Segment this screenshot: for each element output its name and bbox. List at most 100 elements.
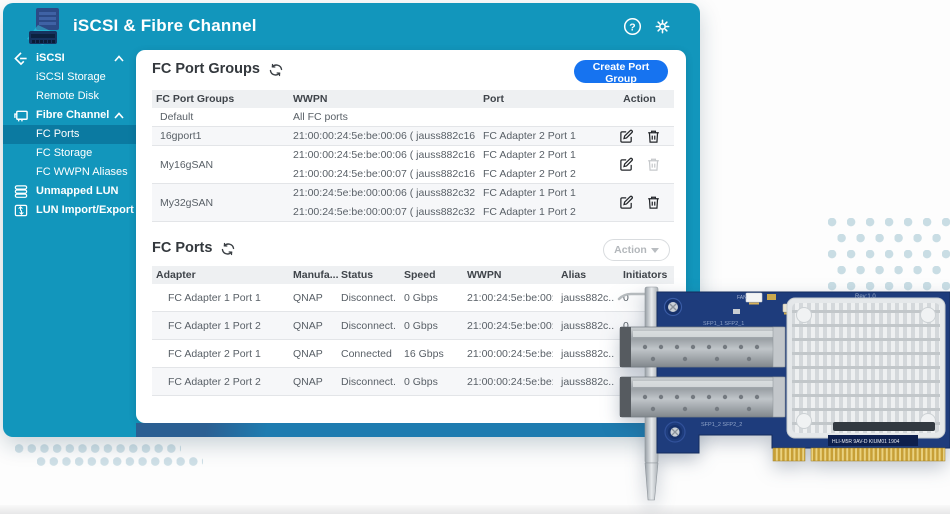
wwpn-cell: 21:00:24:5e:be:00:00... [459, 320, 553, 332]
svg-text:SFP1_2 SFP2_2: SFP1_2 SFP2_2 [701, 422, 742, 428]
edit-icon[interactable] [619, 129, 634, 144]
alias-cell: jauss882c... [553, 292, 615, 304]
svg-text:?: ? [629, 22, 635, 33]
actions-cell [605, 157, 674, 172]
status-cell: Disconnect... [333, 292, 396, 304]
column-header: Status [333, 269, 396, 281]
delete-icon[interactable] [646, 129, 661, 144]
section-title-fc-ports: FC Ports [152, 240, 235, 256]
table-row[interactable]: FC Adapter 2 Port 1 QNAP Connected 16 Gb… [152, 340, 674, 368]
adapter-cell: FC Adapter 1 Port 2 [152, 320, 285, 332]
sfp-cage-top [620, 327, 785, 367]
port-cell: FC Adapter 2 Port 1 [475, 130, 605, 142]
sidebar-item-label: FC Storage [3, 144, 92, 163]
group-name-cell: My16gSAN [152, 159, 285, 171]
table-header: FC Port Groups WWPN Port Action [152, 90, 674, 108]
floor-shadow [0, 505, 950, 514]
sidebar-item-iscsi[interactable]: iSCSI [3, 49, 136, 68]
wwpn-cell: 21:00:00:24:5e:be:00:06 ( jauss882c16p1 … [285, 146, 475, 184]
column-header: Action [605, 93, 674, 105]
column-header: Alias [553, 269, 615, 281]
group-name-cell: Default [152, 111, 285, 123]
status-cell: Disconnect... [333, 320, 396, 332]
refresh-icon[interactable] [221, 242, 235, 256]
sfp-cage-bottom [620, 377, 785, 417]
heatsink [787, 298, 945, 438]
adapter-cell: FC Adapter 2 Port 1 [152, 348, 285, 360]
column-header: FC Port Groups [152, 93, 285, 105]
sidebar-item-label: FC WWPN Aliases [3, 163, 128, 182]
alias-cell: jauss882c... [553, 348, 615, 360]
sidebar-item-fc-wwpn-aliases[interactable]: FC WWPN Aliases [3, 163, 136, 182]
delete-icon[interactable] [646, 195, 661, 210]
column-header: Speed [396, 269, 459, 281]
lun-import-export-icon [13, 203, 29, 218]
sidebar-item-unmapped-lun[interactable]: Unmapped LUN [3, 182, 136, 201]
actions-cell [605, 129, 674, 144]
delete-icon-disabled [646, 157, 661, 172]
adapter-cell: FC Adapter 1 Port 1 [152, 292, 285, 304]
wwpn-cell: 21:00:00:24:5e:be:00... [459, 376, 553, 388]
speed-cell: 16 Gbps [396, 348, 459, 360]
dots-pattern-bottom-left-1 [15, 444, 181, 453]
speed-cell: 0 Gbps [396, 320, 459, 332]
svg-text:SFP1_1 SFP2_1: SFP1_1 SFP2_1 [703, 321, 744, 327]
group-name-cell: 16gport1 [152, 130, 285, 142]
fibre-channel-card-icon [13, 108, 29, 123]
help-icon[interactable]: ? [623, 17, 642, 36]
page-title: iSCSI & Fibre Channel [73, 16, 257, 36]
manufacturer-cell: QNAP [285, 320, 333, 332]
sidebar-item-label: Remote Disk [3, 87, 99, 106]
table-row[interactable]: 16gport1 21:00:00:24:5e:be:00:06 ( jauss… [152, 127, 674, 146]
manufacturer-cell: QNAP [285, 292, 333, 304]
sidebar-item-iscsi-storage[interactable]: iSCSI Storage [3, 68, 136, 87]
edit-icon[interactable] [619, 195, 634, 210]
content-panel: FC Port Groups Create Port Group FC Port… [136, 50, 686, 423]
nas-logo-icon [25, 7, 65, 47]
svg-text:FAN: FAN [737, 295, 747, 301]
app-window: iSCSI & Fibre Channel ? iSCSI [3, 3, 700, 437]
sidebar-item-label: iSCSI Storage [3, 68, 106, 87]
wwpn-cell: 21:00:24:5e:be:00:00:06 ( jauss882c32p1 … [285, 184, 475, 222]
create-port-group-button[interactable]: Create Port Group [574, 60, 668, 83]
section-title-text: FC Port Groups [152, 61, 260, 77]
manufacturer-cell: QNAP [285, 376, 333, 388]
group-name-cell: My32gSAN [152, 197, 285, 209]
table-row[interactable]: FC Adapter 1 Port 2 QNAP Disconnect... 0… [152, 312, 674, 340]
wwpn-cell: All FC ports [285, 111, 475, 123]
column-header: Adapter [152, 269, 285, 281]
table-row[interactable]: My32gSAN 21:00:24:5e:be:00:00:06 ( jauss… [152, 184, 674, 222]
action-dropdown-button[interactable]: Action [603, 239, 670, 261]
adapter-cell: FC Adapter 2 Port 2 [152, 376, 285, 388]
column-header: WWPN [459, 269, 553, 281]
table-row[interactable]: My16gSAN 21:00:00:24:5e:be:00:06 ( jauss… [152, 146, 674, 184]
sidebar-item-fibre-channel[interactable]: Fibre Channel [3, 106, 136, 125]
section-title-fc-port-groups: FC Port Groups [152, 61, 283, 77]
table-row[interactable]: Default All FC ports [152, 108, 674, 127]
speed-cell: 0 Gbps [396, 376, 459, 388]
table-row[interactable]: FC Adapter 1 Port 1 QNAP Disconnect... 0… [152, 284, 674, 312]
alias-cell: jauss882c... [553, 376, 615, 388]
sidebar: iSCSI iSCSI Storage Remote Disk Fibre Ch… [3, 49, 136, 437]
title-bar: iSCSI & Fibre Channel ? [3, 3, 700, 49]
fc-adapter-card-photo: FAN Rev:1.0 SFP1_1 SFP2_1 SFP1_2 SFP2_2 [615, 285, 950, 505]
sidebar-item-lun-import-export[interactable]: LUN Import/Export [3, 201, 136, 220]
sidebar-item-fc-storage[interactable]: FC Storage [3, 144, 136, 163]
fc-ports-table: Adapter Manufa... Status Speed WWPN Alia… [152, 266, 674, 396]
unmapped-lun-icon [13, 184, 29, 199]
column-header: Manufa... [285, 269, 333, 281]
column-header: WWPN [285, 93, 475, 105]
settings-gear-icon[interactable] [653, 17, 672, 36]
caret-down-icon [651, 248, 659, 253]
iscsi-icon [13, 51, 29, 66]
sidebar-item-fc-ports[interactable]: FC Ports [3, 125, 136, 144]
refresh-icon[interactable] [269, 63, 283, 77]
status-cell: Disconnect... [333, 376, 396, 388]
chevron-up-icon[interactable] [114, 55, 124, 62]
chevron-up-icon[interactable] [114, 112, 124, 119]
table-row[interactable]: FC Adapter 2 Port 2 QNAP Disconnect... 0… [152, 368, 674, 396]
alias-cell: jauss882c... [553, 320, 615, 332]
edit-icon[interactable] [619, 157, 634, 172]
column-header: Port [475, 93, 605, 105]
sidebar-item-remote-disk[interactable]: Remote Disk [3, 87, 136, 106]
